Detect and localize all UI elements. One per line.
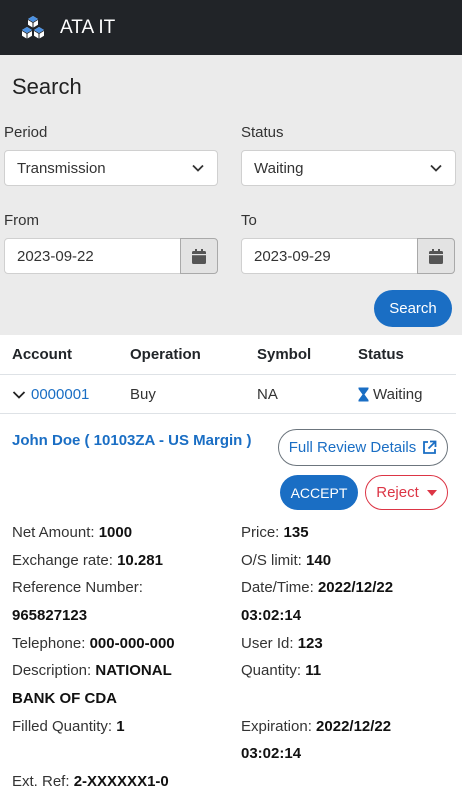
hourglass-icon bbox=[358, 387, 369, 402]
account-link[interactable]: 0000001 bbox=[31, 386, 89, 403]
telephone-value: 000-000-000 bbox=[89, 635, 175, 652]
table-row[interactable]: 0000001 Buy NA Waiting bbox=[0, 375, 456, 414]
ext-ref-value: 2-XXXXXX1-0 bbox=[73, 773, 169, 790]
quantity-value: 11 bbox=[305, 662, 322, 679]
from-date-value: 2023-09-22 bbox=[17, 247, 94, 265]
status-cell: Waiting bbox=[373, 386, 423, 403]
column-operation[interactable]: Operation bbox=[130, 346, 201, 363]
chevron-down-icon bbox=[192, 164, 204, 172]
app-title: ATA IT bbox=[60, 16, 116, 38]
expiration: Expiration: 2022/12/22 bbox=[241, 717, 391, 737]
full-review-button[interactable]: Full Review Details bbox=[278, 429, 448, 466]
filled-quantity-value: 1 bbox=[116, 718, 125, 735]
calendar-icon bbox=[192, 248, 206, 264]
operation-cell: Buy bbox=[130, 386, 156, 403]
quantity-label: Quantity: bbox=[241, 662, 302, 679]
date-time-label: Date/Time: bbox=[241, 579, 314, 596]
ext-ref: Ext. Ref: 2-XXXXXX1-0 bbox=[12, 772, 169, 792]
reject-dropdown-button[interactable]: Reject bbox=[365, 475, 448, 510]
description: Description: NATIONAL bbox=[12, 661, 172, 681]
full-review-label: Full Review Details bbox=[288, 439, 417, 456]
top-bar: ATA IT bbox=[0, 0, 462, 55]
column-status[interactable]: Status bbox=[358, 346, 404, 363]
expiration-label: Expiration: bbox=[241, 718, 312, 735]
net-amount-value: 1000 bbox=[98, 524, 133, 541]
column-symbol[interactable]: Symbol bbox=[257, 346, 311, 363]
status-label: Status bbox=[241, 124, 284, 141]
reference-number-label: Reference Number: bbox=[12, 579, 143, 596]
calendar-icon bbox=[429, 248, 443, 264]
os-limit-value: 140 bbox=[306, 552, 332, 569]
net-amount-label: Net Amount: bbox=[12, 524, 95, 541]
description-value-line2: BANK OF CDA bbox=[12, 690, 117, 707]
column-account[interactable]: Account bbox=[12, 346, 72, 363]
to-date-value: 2023-09-29 bbox=[254, 247, 331, 265]
telephone-label: Telephone: bbox=[12, 635, 86, 652]
customer-name: John Doe ( 10103ZA - US Margin ) bbox=[12, 432, 252, 449]
expiration-line2: 03:02:14 bbox=[241, 744, 301, 764]
accept-button[interactable]: ACCEPT bbox=[280, 475, 358, 510]
date-time: Date/Time: 2022/12/22 bbox=[241, 578, 393, 598]
expiration-time: 03:02:14 bbox=[241, 745, 302, 762]
from-date-input[interactable]: 2023-09-22 bbox=[4, 238, 181, 274]
exchange-rate-label: Exchange rate: bbox=[12, 552, 113, 569]
quantity: Quantity: 11 bbox=[241, 661, 321, 681]
from-label: From bbox=[4, 212, 39, 229]
user-id: User Id: 123 bbox=[241, 634, 323, 654]
reject-label: Reject bbox=[376, 484, 419, 501]
period-select[interactable]: Transmission bbox=[4, 150, 218, 186]
cubes-icon[interactable] bbox=[20, 15, 46, 41]
to-label: To bbox=[241, 212, 257, 229]
price-label: Price: bbox=[241, 524, 280, 541]
reference-number-text: 965827123 bbox=[12, 607, 88, 624]
chevron-down-icon bbox=[430, 164, 442, 172]
os-limit: O/S limit: 140 bbox=[241, 551, 331, 571]
symbol-cell: NA bbox=[257, 386, 278, 403]
external-link-icon bbox=[423, 440, 437, 454]
search-panel: Search Period Transmission Status Waitin… bbox=[0, 55, 462, 335]
price-value: 135 bbox=[283, 524, 309, 541]
status-value: Waiting bbox=[254, 159, 304, 177]
caret-down-icon bbox=[426, 489, 437, 496]
exchange-rate: Exchange rate: 10.281 bbox=[12, 551, 163, 571]
filled-quantity-label: Filled Quantity: bbox=[12, 718, 113, 735]
search-title: Search bbox=[12, 74, 82, 99]
expiration-date: 2022/12/22 bbox=[316, 718, 392, 735]
date-time-line2: 03:02:14 bbox=[241, 606, 301, 626]
date-time-time: 03:02:14 bbox=[241, 607, 302, 624]
period-label: Period bbox=[4, 124, 48, 141]
description-label: Description: bbox=[12, 662, 92, 679]
os-limit-label: O/S limit: bbox=[241, 552, 302, 569]
price: Price: 135 bbox=[241, 523, 309, 543]
from-calendar-button[interactable] bbox=[180, 238, 218, 274]
chevron-down-icon[interactable] bbox=[12, 390, 26, 400]
filled-quantity: Filled Quantity: 1 bbox=[12, 717, 125, 737]
status-select[interactable]: Waiting bbox=[241, 150, 456, 186]
ext-ref-label: Ext. Ref: bbox=[12, 773, 70, 790]
date-time-date: 2022/12/22 bbox=[317, 579, 394, 596]
telephone: Telephone: 000-000-000 bbox=[12, 634, 175, 654]
description-line2: BANK OF CDA bbox=[12, 689, 117, 709]
net-amount: Net Amount: 1000 bbox=[12, 523, 132, 543]
to-date-input[interactable]: 2023-09-29 bbox=[241, 238, 418, 274]
reference-number-value: 965827123 bbox=[12, 606, 87, 626]
description-value-line1: NATIONAL bbox=[95, 662, 172, 679]
period-value: Transmission bbox=[17, 159, 106, 177]
user-id-value: 123 bbox=[297, 635, 323, 652]
user-id-label: User Id: bbox=[241, 635, 294, 652]
results-table-header: Account Operation Symbol Status bbox=[0, 335, 456, 375]
to-calendar-button[interactable] bbox=[417, 238, 455, 274]
search-button[interactable]: Search bbox=[374, 290, 452, 327]
exchange-rate-value: 10.281 bbox=[117, 552, 163, 569]
